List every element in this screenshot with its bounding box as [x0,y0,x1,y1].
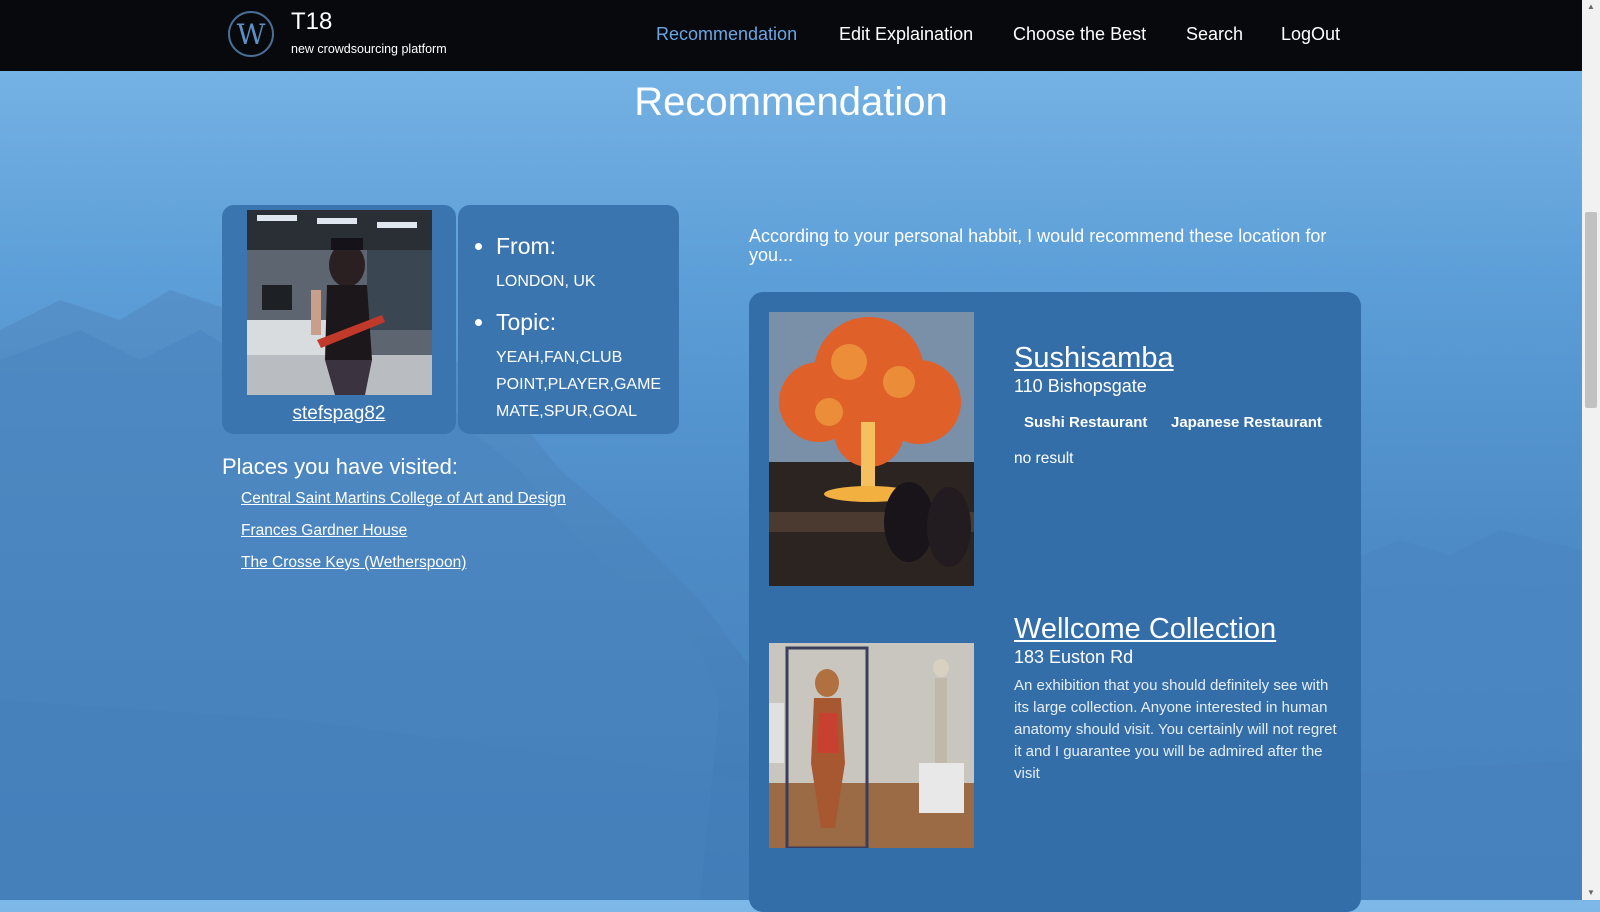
nav-link-edit-explanation[interactable]: Edit Explaination [839,24,973,45]
topic-line: POINT,PLAYER,GAME [496,376,662,393]
place-image [769,643,974,848]
topic-line: MATE,SPUR,GOAL [496,403,638,420]
from-item: From: LONDON, UK [496,233,661,295]
place-result: no result [1014,450,1074,467]
from-label: From: [496,233,557,259]
place-image [769,312,974,586]
category-tag: Japanese Restaurant [1171,414,1322,431]
from-value: LONDON, UK [496,273,596,290]
topic-values: YEAH,FAN,CLUB POINT,PLAYER,GAME MATE,SPU… [496,344,661,425]
top-nav: W T18 new crowdsourcing platform Recomme… [0,0,1582,71]
visited-place-link[interactable]: Central Saint Martins College of Art and… [241,490,566,508]
nav-link-search[interactable]: Search [1186,24,1243,45]
visited-heading: Places you have visited: [222,454,459,479]
place-description: An exhibition that you should definitely… [1014,677,1337,782]
nav-link-logout[interactable]: LogOut [1281,24,1340,45]
topic-item: Topic: YEAH,FAN,CLUB POINT,PLAYER,GAME M… [496,309,661,425]
category-tag: Sushi Restaurant [1024,414,1148,431]
scroll-down-arrow-icon[interactable]: ▼ [1582,886,1600,900]
page-scrollbar[interactable]: ▲ ▼ [1582,0,1600,900]
recommendation-panel: Sushisamba 110 Bishopsgate Sushi Restaur… [749,292,1361,912]
avatar [247,210,432,395]
place-address: 110 Bishopsgate [1014,376,1147,396]
recommendation-intro: According to your personal habbit, I wou… [749,226,1327,265]
logo-icon[interactable]: W [228,11,274,57]
profile-card: stefspag82 [222,205,456,434]
scroll-thumb[interactable] [1585,212,1597,408]
profile-info-card: From: LONDON, UK Topic: YEAH,FAN,CLUB PO… [458,205,679,434]
profile-info-list: From: LONDON, UK Topic: YEAH,FAN,CLUB PO… [458,233,661,439]
place-name-link[interactable]: Sushisamba [1014,342,1174,375]
brand-subtitle: new crowdsourcing platform [291,42,447,56]
scroll-up-arrow-icon[interactable]: ▲ [1582,0,1600,14]
brand-title[interactable]: T18 [291,8,332,36]
visited-place-link[interactable]: The Crosse Keys (Wetherspoon) [241,554,466,572]
page-title: Recommendation [634,80,948,124]
topic-line: YEAH,FAN,CLUB [496,349,623,366]
topic-label: Topic: [496,309,557,335]
page-content: Recommendation stefspag82 • From: LONDON… [0,0,1582,912]
nav-link-recommendation[interactable]: Recommendation [656,24,797,45]
username-link[interactable]: stefspag82 [222,403,456,425]
nav-link-choose-the-best[interactable]: Choose the Best [1013,24,1146,45]
visited-place-link[interactable]: Frances Gardner House [241,522,407,540]
place-name-link[interactable]: Wellcome Collection [1014,613,1276,646]
place-address: 183 Euston Rd [1014,647,1134,667]
